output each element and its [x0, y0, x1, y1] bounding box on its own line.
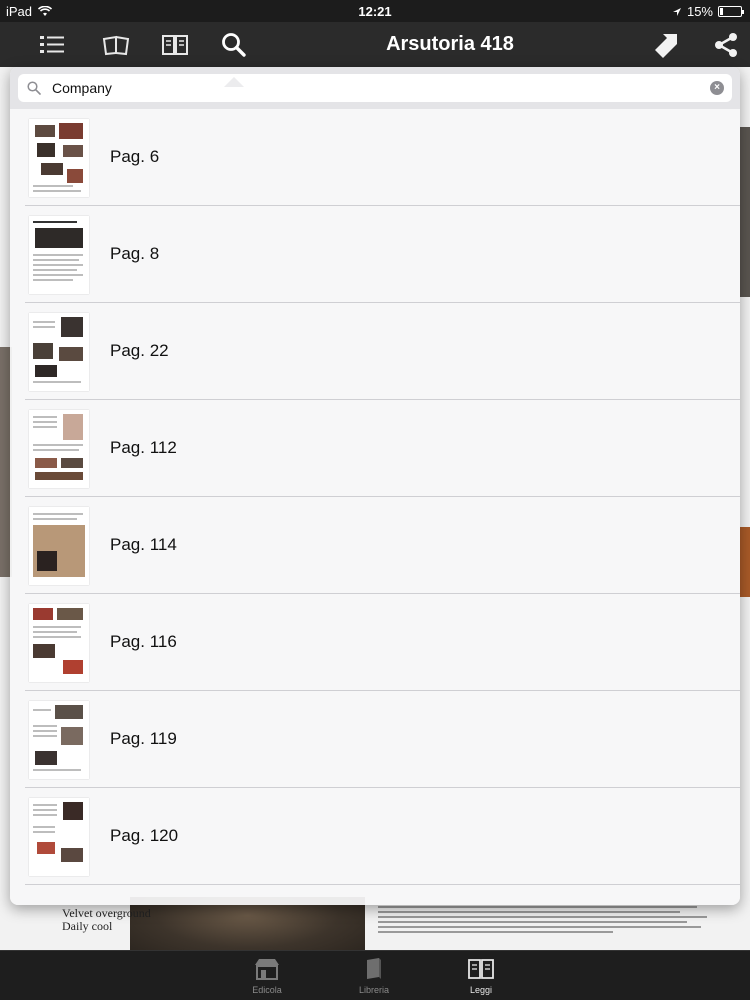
- share-icon[interactable]: [711, 30, 741, 60]
- search-input[interactable]: [52, 74, 692, 102]
- tab-label: Edicola: [252, 985, 282, 995]
- result-row[interactable]: Pag. 8: [10, 206, 740, 303]
- app: iPad 12:21 15% Arsutoria 418 Velvet over…: [0, 0, 750, 1000]
- pages-icon[interactable]: [101, 30, 131, 60]
- open-book-icon: [468, 959, 494, 979]
- page-fine-print: [378, 903, 714, 936]
- bookmark-icon[interactable]: [652, 30, 682, 60]
- tab-label: Libreria: [358, 985, 389, 995]
- result-page-label: Pag. 8: [110, 244, 160, 263]
- page-caption: Velvet overground Daily cool: [62, 907, 151, 933]
- tab-bar: Edicola Libreria Leggi: [0, 950, 750, 1000]
- search-bar: ×: [18, 74, 732, 102]
- reader-toolbar: Arsutoria 418: [0, 22, 750, 87]
- result-page-label: Pag. 116: [110, 632, 177, 651]
- search-field-icon: [27, 81, 41, 95]
- search-bar-container: ×: [10, 67, 740, 109]
- result-row[interactable]: Pag. 116: [10, 594, 740, 691]
- result-row[interactable]: Pag. 6: [10, 109, 740, 206]
- status-bar: iPad 12:21 15%: [0, 0, 750, 22]
- battery-percent: 15%: [686, 4, 713, 19]
- result-row[interactable]: Pag. 120: [10, 788, 740, 885]
- search-icon[interactable]: [219, 30, 249, 60]
- result-page-label: Pag. 112: [110, 438, 177, 457]
- tab-leggi[interactable]: Leggi: [441, 957, 521, 995]
- result-page-label: Pag. 6: [110, 147, 160, 166]
- result-row[interactable]: Pag. 22: [10, 303, 740, 400]
- result-page-label: Pag. 119: [110, 729, 177, 748]
- battery-icon: [718, 6, 744, 17]
- search-popover: × Pag. 6: [10, 67, 740, 905]
- popover-caret: [224, 77, 244, 87]
- result-row[interactable]: Pag. 112: [10, 400, 740, 497]
- page-thumbnail: [29, 701, 89, 779]
- search-results-list: Pag. 6 Pag. 8 Pag. 22 Pag. 112 Pag. 114 …: [10, 109, 740, 905]
- result-page-label: Pag. 22: [110, 341, 169, 360]
- location-arrow-icon: [672, 7, 681, 16]
- result-page-label: Pag. 120: [110, 826, 179, 845]
- page-photo-right: [740, 127, 750, 297]
- page-thumbnail: [29, 410, 89, 488]
- tab-label: Leggi: [469, 985, 493, 995]
- page-thumbnail: [29, 216, 89, 294]
- tab-libreria[interactable]: Libreria: [334, 957, 414, 995]
- page-thumbnail: [29, 798, 89, 876]
- book-icon[interactable]: [160, 30, 190, 60]
- row-separator: [25, 884, 740, 885]
- publication-title: Arsutoria 418: [386, 33, 514, 55]
- result-row[interactable]: Pag. 119: [10, 691, 740, 788]
- clear-search-icon[interactable]: ×: [710, 81, 724, 95]
- page-dog-photo: [130, 897, 365, 957]
- newsstand-icon: [255, 959, 279, 980]
- result-row[interactable]: Pag. 114: [10, 497, 740, 594]
- library-book-icon: [367, 958, 381, 979]
- tab-edicola[interactable]: Edicola: [227, 957, 307, 995]
- page-thumbnail: [29, 313, 89, 391]
- page-thumbnail: [29, 119, 89, 197]
- page-thumbnail: [29, 604, 89, 682]
- page-thumbnail: [29, 507, 89, 585]
- result-page-label: Pag. 114: [110, 535, 177, 554]
- status-time: 12:21: [358, 4, 392, 19]
- page-photo-right-lower: [740, 527, 750, 597]
- page-caption-line2: Daily cool: [62, 919, 113, 933]
- list-icon[interactable]: [37, 30, 67, 60]
